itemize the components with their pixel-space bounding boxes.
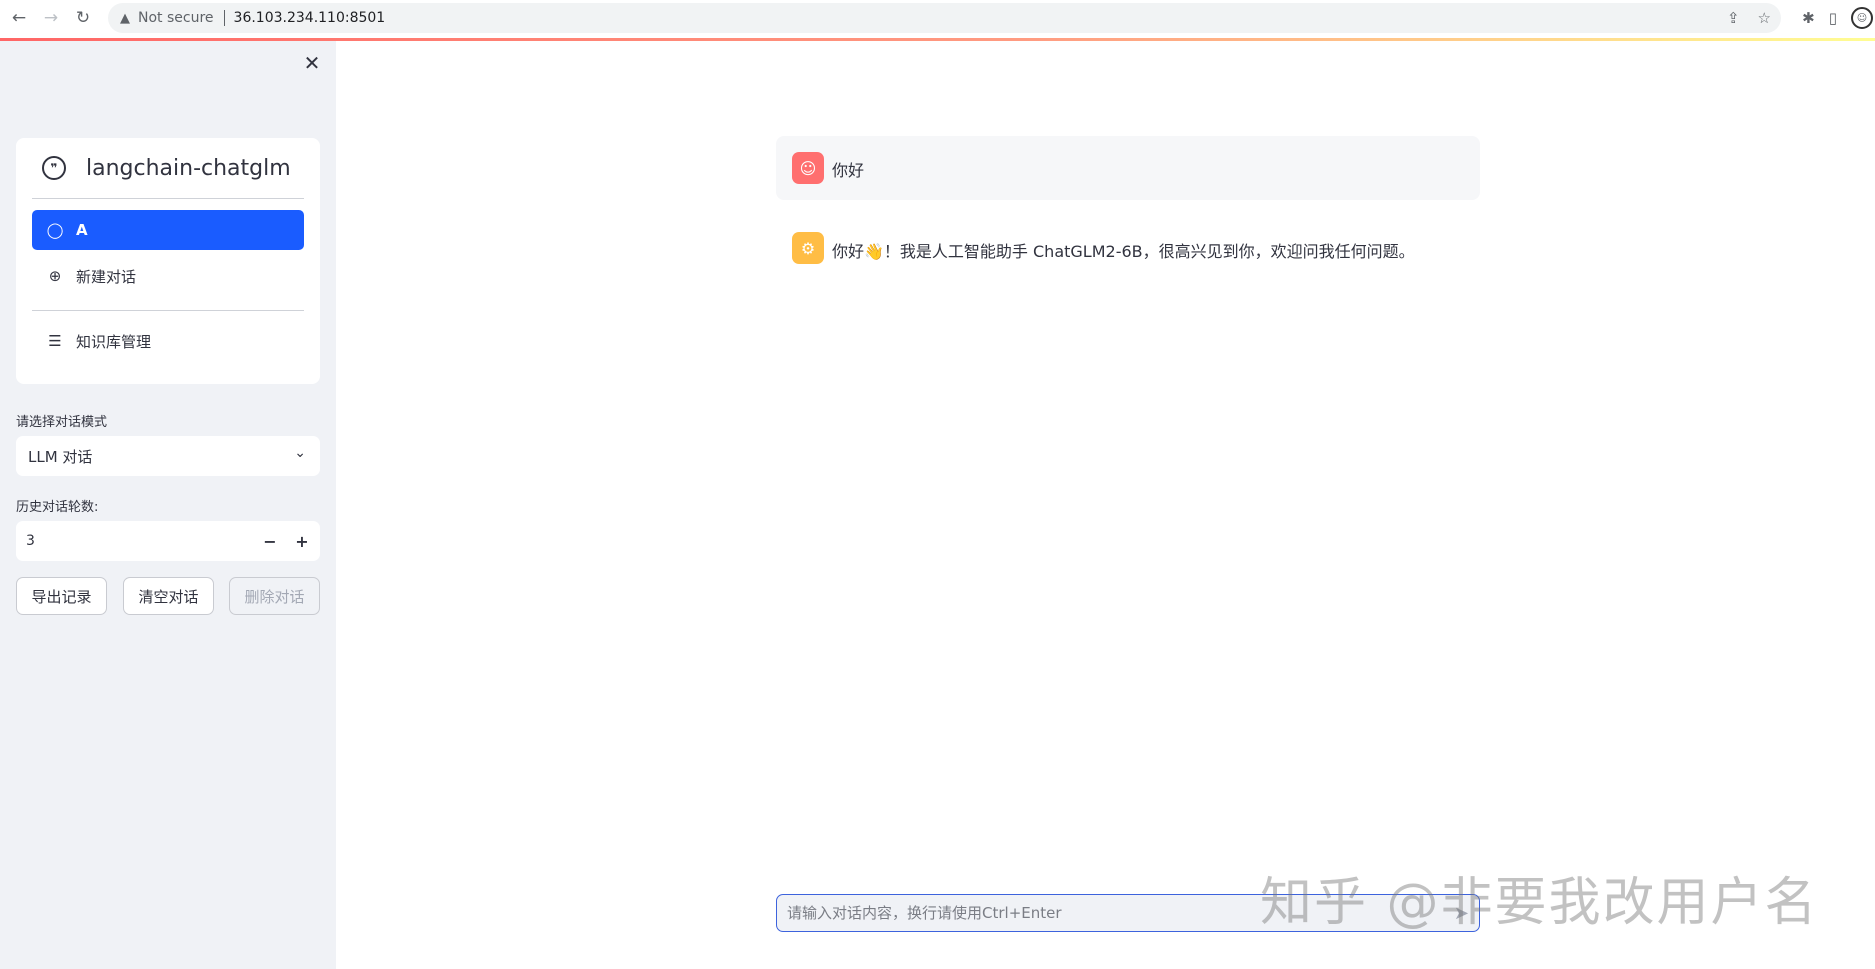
delete-chat-button[interactable]: 删除对话 — [229, 577, 320, 615]
mode-label: 请选择对话模式 — [16, 415, 108, 430]
share-icon[interactable]: ⇪ — [1727, 9, 1740, 27]
decrement-button[interactable]: − — [254, 521, 286, 561]
menu-item-label: 新建对话 — [76, 267, 137, 286]
increment-button[interactable]: + — [286, 521, 318, 561]
database-icon: ☰ — [48, 332, 62, 350]
chat-bubble-icon: ◯ — [46, 221, 64, 239]
address-bar[interactable]: ▲ Not secure 36.103.234.110:8501 ⇪ ☆ — [108, 3, 1781, 33]
watermark-text: 知乎 @非要我改用户名 — [1260, 873, 1819, 933]
back-icon[interactable]: ← — [6, 5, 32, 31]
bookmark-star-icon[interactable]: ☆ — [1758, 9, 1771, 27]
close-sidebar-icon[interactable]: ✕ — [302, 51, 322, 75]
app-title: langchain-chatglm — [86, 155, 291, 181]
user-message: ☺ 你好 — [776, 136, 1480, 200]
user-message-text: 你好 — [832, 161, 865, 180]
history-label: 历史对话轮数: — [16, 500, 99, 515]
nav-menu: ❞ langchain-chatglm ◯ A ⊕ 新建对话 ☰ 知识库管理 — [16, 138, 320, 384]
menu-divider — [32, 310, 304, 311]
history-number-input[interactable]: 3 − + — [16, 521, 320, 561]
menu-item-label: 知识库管理 — [76, 332, 152, 351]
menu-item-label: A — [76, 221, 88, 239]
profile-avatar-icon[interactable]: ☺ — [1851, 7, 1873, 29]
clear-chat-button[interactable]: 清空对话 — [123, 577, 214, 615]
address-separator — [223, 10, 225, 26]
browser-toolbar: ← → ↻ ▲ Not secure 36.103.234.110:8501 ⇪… — [0, 0, 1875, 36]
extensions-icon[interactable]: ✱ — [1802, 9, 1815, 27]
menu-item-new-chat[interactable]: ⊕ 新建对话 — [32, 256, 304, 296]
assistant-message-text: 你好👋！我是人工智能助手 ChatGLM2-6B，很高兴见到你，欢迎问我任何问题… — [832, 242, 1415, 261]
chat-logo-icon: ❞ — [42, 156, 66, 180]
menu-item-knowledge-base[interactable]: ☰ 知识库管理 — [32, 321, 304, 361]
mode-select-value: LLM 对话 — [28, 447, 93, 466]
menu-item-dialogue[interactable]: ◯ A — [32, 210, 304, 250]
chevron-down-icon: ⌄ — [294, 445, 306, 461]
reload-icon[interactable]: ↻ — [70, 5, 96, 31]
history-value: 3 — [26, 533, 35, 549]
menu-header: ❞ langchain-chatglm — [16, 138, 320, 198]
user-avatar-icon: ☺ — [792, 152, 824, 184]
plus-circle-icon: ⊕ — [48, 267, 62, 285]
export-button[interactable]: 导出记录 — [16, 577, 107, 615]
menu-divider — [32, 198, 304, 199]
warning-icon: ▲ — [120, 10, 130, 26]
mode-select[interactable]: LLM 对话 ⌄ — [16, 436, 320, 476]
security-label: Not secure — [138, 10, 214, 26]
forward-icon[interactable]: → — [38, 5, 64, 31]
sidebar: ✕ ❞ langchain-chatglm ◯ A ⊕ 新建对话 ☰ 知识库管理… — [0, 41, 336, 969]
url-text: 36.103.234.110:8501 — [233, 10, 386, 26]
bot-avatar-icon: ⚙ — [792, 232, 824, 264]
side-panel-icon[interactable]: ▯ — [1829, 9, 1837, 27]
